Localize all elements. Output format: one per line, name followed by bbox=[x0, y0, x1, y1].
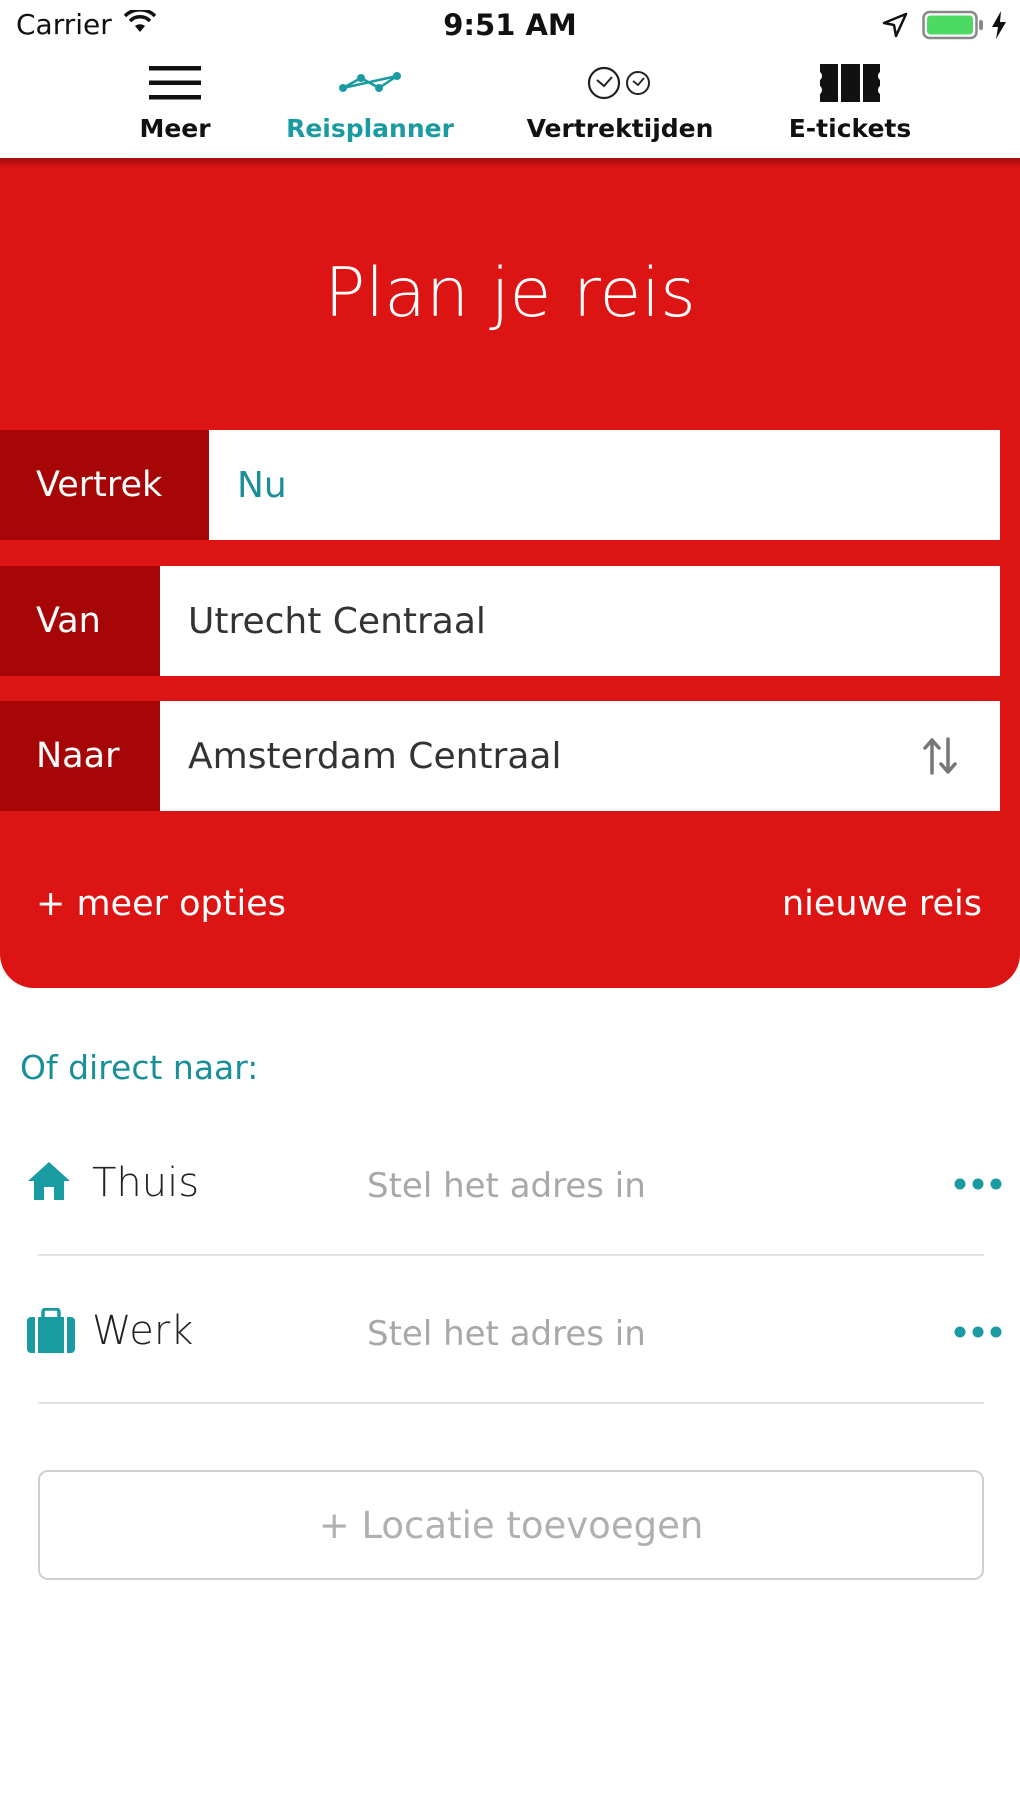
tab-label: Meer bbox=[139, 114, 211, 143]
more-dots-icon[interactable] bbox=[954, 1176, 1002, 1195]
from-station-field[interactable]: Utrecht Centraal bbox=[160, 566, 1000, 676]
more-dots-icon[interactable] bbox=[954, 1324, 1002, 1343]
to-station-value: Amsterdam Centraal bbox=[188, 735, 562, 777]
card-top-shadow bbox=[0, 158, 1020, 168]
to-label: Naar bbox=[0, 701, 160, 811]
home-icon bbox=[26, 1160, 72, 1206]
favorite-row-werk[interactable]: Werk Stel het adres in bbox=[0, 1258, 1020, 1406]
departure-label: Vertrek bbox=[0, 430, 209, 540]
location-arrow-icon bbox=[882, 12, 908, 42]
favorite-name: Werk bbox=[92, 1308, 194, 1354]
direct-to-heading: Of direct naar: bbox=[20, 1048, 259, 1087]
status-bar: Carrier 9:51 AM bbox=[0, 0, 1020, 52]
favorite-name: Thuis bbox=[92, 1160, 200, 1206]
tab-label: Reisplanner bbox=[286, 114, 454, 143]
route-icon bbox=[280, 52, 460, 114]
clocks-icon bbox=[520, 52, 720, 114]
to-station-field[interactable]: Amsterdam Centraal bbox=[160, 701, 1000, 811]
more-options-link[interactable]: + meer opties bbox=[36, 884, 286, 924]
favorite-address-placeholder[interactable]: Stel het adres in bbox=[367, 1314, 646, 1354]
tab-label: Vertrektijden bbox=[526, 114, 714, 143]
tab-meer[interactable]: Meer bbox=[110, 52, 240, 158]
page-title: Plan je reis bbox=[324, 254, 696, 333]
tab-label: E-tickets bbox=[788, 114, 912, 143]
departure-time-field[interactable]: Nu bbox=[209, 430, 1000, 540]
tab-reisplanner[interactable]: Reisplanner bbox=[280, 52, 460, 158]
ticket-icon bbox=[780, 52, 920, 114]
charging-bolt-icon bbox=[990, 10, 1008, 44]
journey-planner-card: Plan je reis Vertrek Nu Van Utrecht Cent… bbox=[0, 158, 1020, 988]
from-label: Van bbox=[0, 566, 160, 676]
divider bbox=[38, 1254, 984, 1256]
tab-e-tickets[interactable]: E-tickets bbox=[780, 52, 920, 158]
briefcase-icon bbox=[26, 1307, 76, 1358]
new-trip-link[interactable]: nieuwe reis bbox=[782, 884, 982, 924]
battery-icon bbox=[922, 10, 984, 44]
divider bbox=[38, 1402, 984, 1404]
favorite-address-placeholder[interactable]: Stel het adres in bbox=[367, 1166, 646, 1206]
tab-vertrektijden[interactable]: Vertrektijden bbox=[520, 52, 720, 158]
hamburger-menu-icon bbox=[110, 52, 240, 114]
favorite-row-thuis[interactable]: Thuis Stel het adres in bbox=[0, 1110, 1020, 1258]
add-location-button[interactable]: + Locatie toevoegen bbox=[38, 1470, 984, 1580]
status-time: 9:51 AM bbox=[443, 8, 577, 42]
top-tab-bar: Meer Reisplanner Vertrektijden E-tickets bbox=[0, 52, 1020, 158]
